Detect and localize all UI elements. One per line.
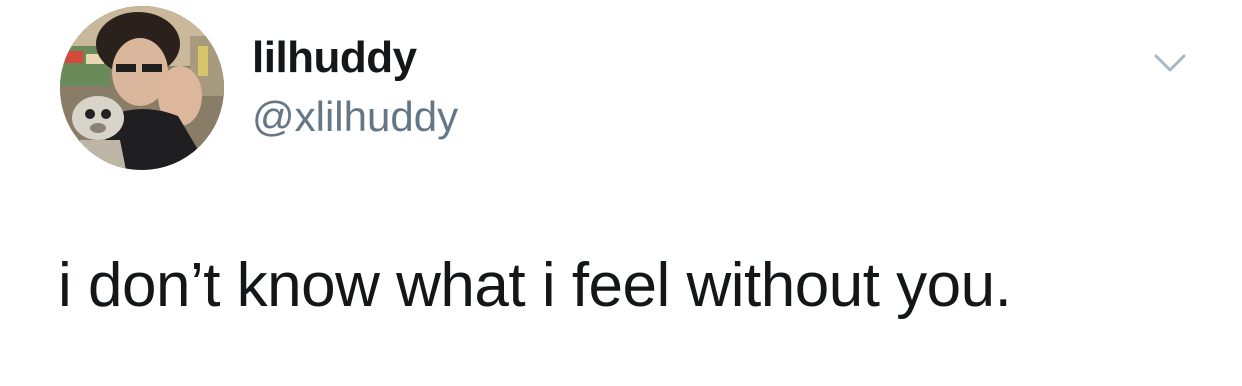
author-display-name[interactable]: lilhuddy xyxy=(252,30,417,86)
chevron-down-icon xyxy=(1154,54,1186,72)
author-handle[interactable]: @xlilhuddy xyxy=(252,90,458,144)
avatar-photo-icon xyxy=(60,6,224,170)
tweet-card: lilhuddy @xlilhuddy i don’t know what i … xyxy=(0,0,1242,386)
author-avatar[interactable] xyxy=(60,6,224,170)
tweet-text: i don’t know what i feel without you. xyxy=(58,251,1012,320)
tweet-menu-button[interactable] xyxy=(1150,48,1190,76)
